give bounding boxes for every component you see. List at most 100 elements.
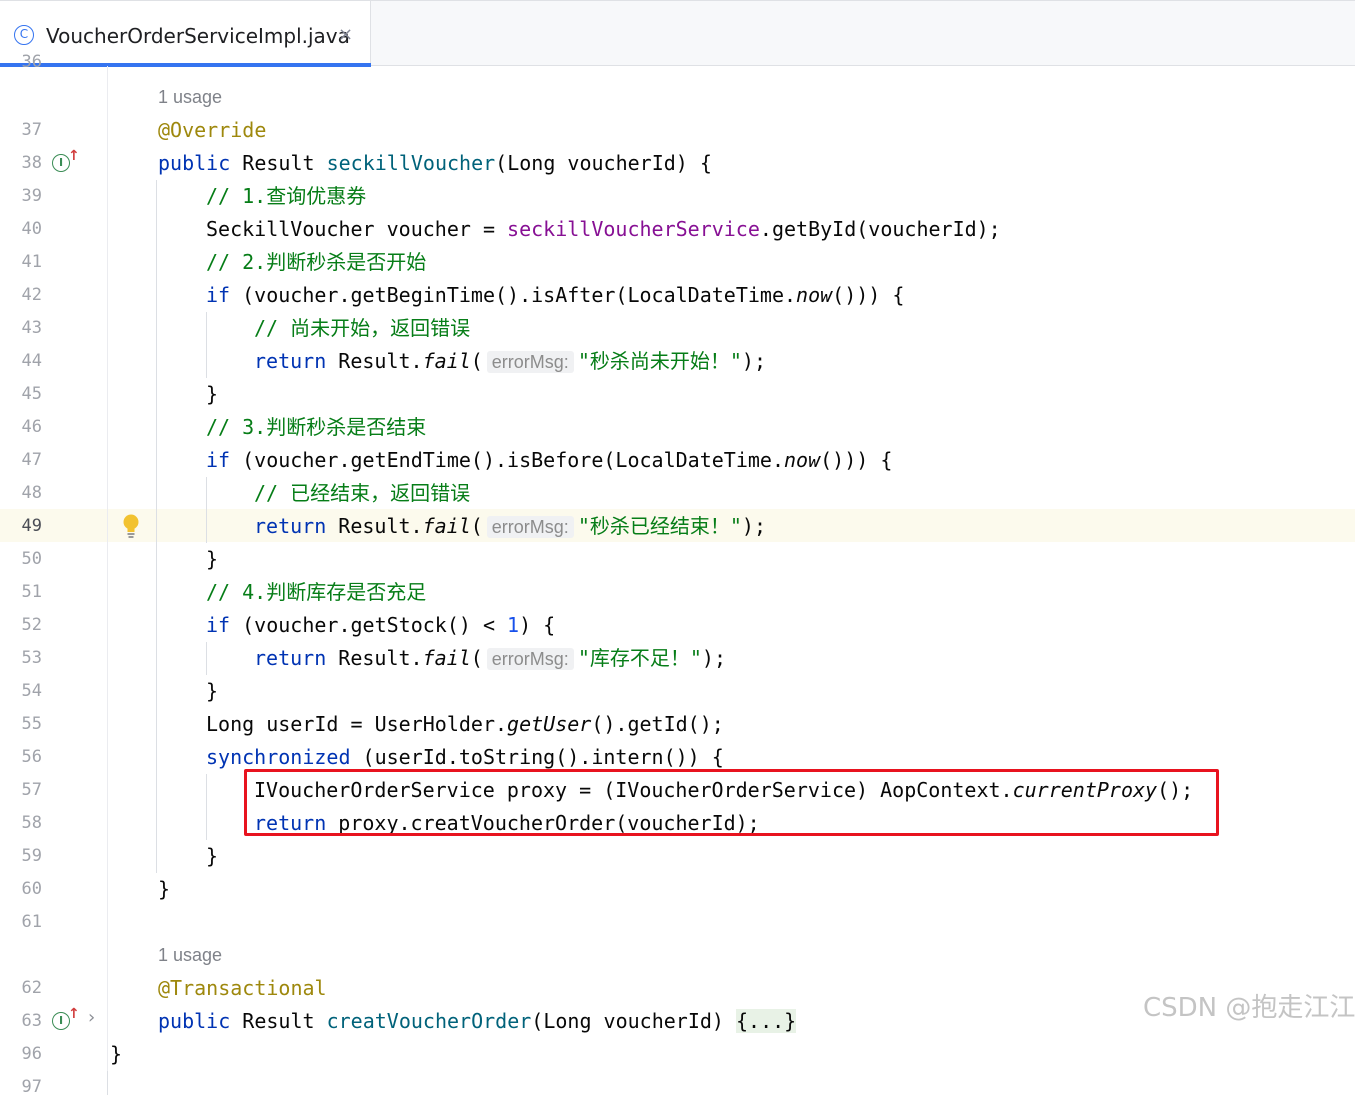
string-literal: "库存不足！" (577, 646, 702, 670)
comment: // 尚未开始，返回错误 (254, 316, 471, 340)
code-line-62[interactable]: @Transactional (158, 972, 327, 1005)
line-number[interactable]: 51 (0, 576, 42, 609)
code-text: ( (470, 646, 483, 670)
code-line-42[interactable]: if (voucher.getBeginTime().isAfter(Local… (206, 279, 904, 312)
line-number[interactable]: 55 (0, 708, 42, 741)
close-icon[interactable]: × (338, 24, 353, 45)
code-line-47[interactable]: if (voucher.getEndTime().isBefore(LocalD… (206, 444, 892, 477)
editor-tab-bar: C VoucherOrderServiceImpl.java × (0, 0, 1355, 67)
line-number-current[interactable]: 49 (0, 510, 42, 543)
line-number[interactable]: 41 (0, 246, 42, 279)
static-method: fail (422, 349, 471, 373)
code-text: } (206, 547, 219, 571)
code-text: ) { (519, 613, 556, 637)
line-number[interactable]: 42 (0, 279, 42, 312)
code-text: ().getId(); (591, 712, 724, 736)
code-line-52[interactable]: if (voucher.getStock() < 1) { (206, 609, 555, 642)
field-name: seckillVoucherService (507, 217, 760, 241)
code-line-55[interactable]: Long userId = UserHolder.getUser().getId… (206, 708, 724, 741)
line-number[interactable]: 43 (0, 312, 42, 345)
code-line-48[interactable]: // 已经结束，返回错误 (254, 477, 470, 510)
code-line-39[interactable]: // 1.查询优惠券 (206, 180, 366, 213)
line-number[interactable]: 61 (0, 906, 42, 939)
code-text: ); (741, 514, 766, 538)
line-number[interactable]: 36 (0, 46, 42, 79)
code-text: ); (741, 349, 766, 373)
code-line-51[interactable]: // 4.判断库存是否充足 (206, 576, 426, 609)
comment: // 2.判断秒杀是否开始 (206, 250, 427, 274)
code-line-37[interactable]: @Override (158, 114, 266, 147)
annotation: @Override (158, 118, 267, 142)
static-method: fail (422, 646, 471, 670)
code-line-96[interactable]: } (110, 1038, 122, 1071)
code-text: ); (701, 646, 726, 670)
line-number[interactable]: 53 (0, 642, 42, 675)
chevron-right-icon[interactable]: › (88, 1007, 95, 1028)
highlight-box (244, 769, 1219, 836)
line-number[interactable]: 59 (0, 840, 42, 873)
keyword: return (254, 646, 327, 670)
code-line-41[interactable]: // 2.判断秒杀是否开始 (206, 246, 426, 279)
code-text: } (206, 382, 219, 406)
code-text: (voucher.getStock() < (230, 613, 508, 637)
code-text: (Long voucherId) { (495, 151, 712, 175)
code-line-59[interactable]: } (206, 840, 218, 873)
line-number[interactable]: 57 (0, 774, 42, 807)
line-number[interactable]: 38 (0, 147, 42, 180)
line-number[interactable]: 60 (0, 873, 42, 906)
code-line-43[interactable]: // 尚未开始，返回错误 (254, 312, 470, 345)
indent-guide (206, 312, 207, 378)
line-number[interactable]: 40 (0, 213, 42, 246)
code-line-54[interactable]: } (206, 675, 218, 708)
code-line-60[interactable]: } (158, 873, 170, 906)
implements-arrow-icon[interactable]: ↑ (68, 148, 80, 164)
editor-tab-voucher-order-service-impl[interactable]: C VoucherOrderServiceImpl.java × (0, 1, 371, 67)
indent-guide (107, 1071, 108, 1095)
line-number[interactable]: 50 (0, 543, 42, 576)
code-text: } (158, 877, 171, 901)
line-number[interactable]: 48 (0, 477, 42, 510)
comment: // 1.查询优惠券 (206, 184, 367, 208)
line-number[interactable]: 63 (0, 1005, 42, 1038)
line-number[interactable]: 96 (0, 1038, 42, 1071)
line-number[interactable]: 45 (0, 378, 42, 411)
line-number[interactable]: 58 (0, 807, 42, 840)
code-line-38[interactable]: public Result seckillVoucher(Long vouche… (158, 147, 712, 180)
folded-code-block[interactable]: {...} (735, 1009, 797, 1033)
line-number[interactable]: 46 (0, 411, 42, 444)
keyword: return (254, 349, 327, 373)
line-number[interactable]: 44 (0, 345, 42, 378)
code-text: Result (230, 151, 327, 175)
code-line-50[interactable]: } (206, 543, 218, 576)
line-number[interactable]: 54 (0, 675, 42, 708)
code-text: Long userId = UserHolder. (206, 712, 508, 736)
code-line-63[interactable]: public Result creatVoucherOrder(Long vou… (158, 1005, 797, 1038)
code-text: ( (470, 349, 483, 373)
code-line-44[interactable]: return Result.fail(errorMsg: "秒杀尚未开始！"); (254, 345, 766, 379)
line-number[interactable]: 47 (0, 444, 42, 477)
code-line-40[interactable]: SeckillVoucher voucher = seckillVoucherS… (206, 213, 1001, 246)
line-number[interactable]: 62 (0, 972, 42, 1005)
implements-arrow-icon[interactable]: ↑ (68, 1006, 80, 1022)
line-number[interactable]: 56 (0, 741, 42, 774)
usage-hint[interactable]: 1 usage (158, 939, 222, 972)
code-line-53[interactable]: return Result.fail(errorMsg: "库存不足！"); (254, 642, 726, 676)
line-number[interactable]: 37 (0, 114, 42, 147)
line-number[interactable]: 39 (0, 180, 42, 213)
class-file-icon: C (14, 25, 34, 45)
keyword: if (206, 448, 231, 472)
code-line-45[interactable]: } (206, 378, 218, 411)
code-line-49[interactable]: return Result.fail(errorMsg: "秒杀已经结束！"); (254, 510, 766, 544)
indent-guide (156, 180, 157, 873)
parameter-hint: errorMsg: (486, 648, 574, 670)
code-text: ( (470, 514, 483, 538)
usage-hint[interactable]: 1 usage (158, 81, 222, 114)
line-number[interactable]: 97 (0, 1071, 42, 1104)
comment: // 已经结束，返回错误 (254, 481, 471, 505)
code-text: (userId.toString().intern()) { (350, 745, 724, 769)
indent-guide (206, 477, 207, 543)
line-number[interactable]: 52 (0, 609, 42, 642)
intention-bulb-icon[interactable] (121, 513, 141, 539)
code-editor[interactable]: 36 37 38 39 40 41 42 43 44 45 46 47 48 4… (0, 52, 1355, 1097)
code-line-46[interactable]: // 3.判断秒杀是否结束 (206, 411, 426, 444)
